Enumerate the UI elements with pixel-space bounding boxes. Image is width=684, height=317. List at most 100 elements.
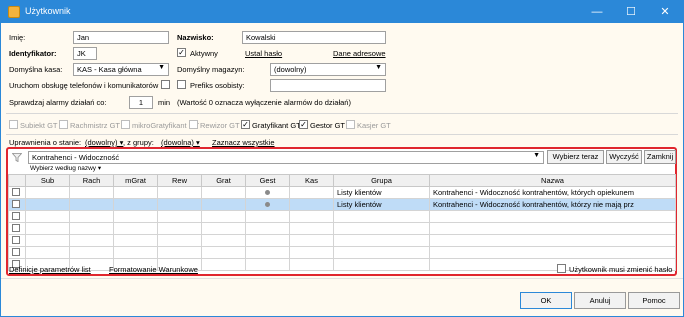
gest-cell[interactable] (245, 186, 290, 199)
alarmy-label: Sprawdzaj alarmy działań co: (9, 98, 107, 107)
title-bar[interactable]: Użytkownik — ☐ ✕ (1, 1, 683, 23)
table-row[interactable] (8, 222, 676, 235)
row-checkbox[interactable] (12, 200, 20, 208)
nazwisko-label: Nazwisko: (177, 33, 214, 42)
minimize-icon[interactable]: — (580, 1, 614, 23)
gestor-label: Gestor GT (310, 121, 346, 130)
subiekt-label: Subiekt GT (20, 121, 58, 130)
row-checkbox[interactable] (12, 224, 20, 232)
row-checkbox[interactable] (12, 248, 20, 256)
table-row[interactable] (8, 210, 676, 223)
identyfikator-input[interactable]: JK (73, 47, 97, 60)
column-header-sub[interactable]: Sub (25, 174, 70, 187)
permission-filter-value: Kontrahenci - Widoczność (32, 153, 120, 162)
magazyn-value: (dowolny) (274, 65, 307, 74)
maximize-icon[interactable]: ☐ (614, 1, 648, 23)
ok-button[interactable]: OK (520, 292, 572, 309)
zmienic-haslo-checkbox[interactable] (557, 264, 566, 273)
column-header-grat[interactable]: Grat (201, 174, 246, 187)
divider (6, 134, 678, 135)
imie-label: Imię: (9, 33, 26, 42)
alarmy-unit: min (158, 98, 171, 107)
telefon-checkbox[interactable] (161, 80, 170, 89)
formatowanie-link[interactable]: Formatowanie Warunkowe (109, 265, 198, 274)
anuluj-button[interactable]: Anuluj (574, 292, 626, 309)
dane-adresowe-link[interactable]: Dane adresowe (333, 49, 386, 58)
definicje-link[interactable]: Definicje parametrów list (9, 265, 91, 274)
column-header-gest[interactable]: Gest (245, 174, 290, 187)
zaznacz-wszystkie-link[interactable]: Zaznacz wszystkie (212, 138, 275, 147)
column-header-rach[interactable]: Rach (69, 174, 114, 187)
kasjer-checkbox[interactable] (346, 120, 355, 129)
nazwa-cell: Kontrahenci - Widoczność kontrahentów, k… (429, 198, 676, 211)
column-header-rew[interactable]: Rew (157, 174, 202, 187)
pomoc-button[interactable]: Pomoc (628, 292, 680, 309)
imie-input[interactable]: Jan (73, 31, 169, 44)
zmienic-haslo-label: Użytkownik musi zmienić hasło (569, 265, 673, 274)
identyfikator-label: Identyfikator: (9, 49, 57, 58)
wyczysc-button[interactable]: Wyczyść (606, 150, 642, 164)
divider (1, 278, 683, 279)
filter-icon[interactable] (12, 153, 22, 162)
row-checkbox-cell[interactable] (8, 198, 26, 211)
gest-cell[interactable] (245, 198, 290, 211)
wybierz-wedlug-dropdown[interactable]: Wybierz według nazwy ▾ (30, 164, 101, 172)
rewizor-label: Rewizor GT (200, 121, 240, 130)
user-dialog: Użytkownik — ☐ ✕ Imię: Jan Nazwisko: Kow… (0, 0, 684, 317)
table-row[interactable] (8, 234, 676, 247)
prefiks-checkbox[interactable] (177, 80, 186, 89)
close-icon[interactable]: ✕ (648, 1, 682, 23)
magazyn-label: Domyślny magazyn: (177, 65, 245, 74)
table-row[interactable]: Listy klientów Kontrahenci - Widoczność … (8, 186, 676, 199)
kasa-label: Domyślna kasa: (9, 65, 63, 74)
gratyfikant-checkbox[interactable]: ✓ (241, 120, 250, 129)
chevron-down-icon: ▼ (533, 152, 540, 159)
permission-dot-icon (265, 202, 270, 207)
column-header-nazwa[interactable]: Nazwa (429, 174, 676, 187)
permissions-table: Sub Rach mGrat Rew Grat Gest Kas Grupa N… (8, 174, 676, 271)
column-header-kas[interactable]: Kas (289, 174, 334, 187)
aktywny-checkbox[interactable]: ✓ (177, 48, 186, 57)
alarmy-input[interactable]: 1 (129, 96, 153, 109)
prefiks-label: Prefiks osobisty: (190, 81, 245, 90)
permissions-panel: Kontrahenci - Widoczność ▼ Wybierz teraz… (6, 147, 677, 276)
table-row[interactable] (8, 246, 676, 259)
app-icon (8, 6, 20, 18)
column-header-grupa[interactable]: Grupa (333, 174, 430, 187)
row-checkbox-cell[interactable] (8, 186, 26, 199)
rewizor-checkbox[interactable] (189, 120, 198, 129)
table-header-row: Sub Rach mGrat Rew Grat Gest Kas Grupa N… (8, 174, 676, 187)
zamknij-button[interactable]: Zamknij (644, 150, 676, 164)
permission-dot-icon (265, 190, 270, 195)
rachmistrz-checkbox[interactable] (59, 120, 68, 129)
stan-label: Uprawnienia o stanie: (9, 138, 82, 147)
gestor-checkbox[interactable]: ✓ (299, 120, 308, 129)
row-checkbox[interactable] (12, 212, 20, 220)
gratyfikant-label: Gratyfikant GT (252, 121, 301, 130)
ustal-haslo-link[interactable]: Ustal hasło (245, 49, 282, 58)
subiekt-checkbox[interactable] (9, 120, 18, 129)
nazwisko-input[interactable]: Kowalski (242, 31, 386, 44)
row-checkbox[interactable] (12, 236, 20, 244)
window-title: Użytkownik (25, 6, 71, 16)
mikrogratyfikant-checkbox[interactable] (121, 120, 130, 129)
grupa-dropdown[interactable]: (dowolna) ▾ (161, 138, 200, 147)
permission-filter-select[interactable]: Kontrahenci - Widoczność ▼ (28, 151, 544, 164)
grupa-cell: Listy klientów (333, 198, 430, 211)
kasa-value: KAS - Kasa główna (77, 65, 142, 74)
column-header-mgrat[interactable]: mGrat (113, 174, 158, 187)
rachmistrz-label: Rachmistrz GT (70, 121, 121, 130)
chevron-down-icon: ▼ (158, 64, 165, 71)
grupa-cell: Listy klientów (333, 186, 430, 199)
stan-dropdown[interactable]: (dowolny) ▾ (85, 138, 123, 147)
row-checkbox[interactable] (12, 188, 20, 196)
kasjer-label: Kasjer GT (357, 121, 391, 130)
kasa-select[interactable]: KAS - Kasa główna ▼ (73, 63, 169, 76)
grupa-label: , z grupy: (123, 138, 154, 147)
magazyn-select[interactable]: (dowolny) ▼ (270, 63, 386, 76)
nazwa-cell: Kontrahenci - Widoczność kontrahentów, k… (429, 186, 676, 199)
wybierz-teraz-button[interactable]: Wybierz teraz (547, 150, 604, 164)
table-row-selected[interactable]: Listy klientów Kontrahenci - Widoczność … (8, 198, 676, 211)
prefiks-input[interactable] (270, 79, 386, 92)
column-header-select[interactable] (8, 174, 26, 187)
